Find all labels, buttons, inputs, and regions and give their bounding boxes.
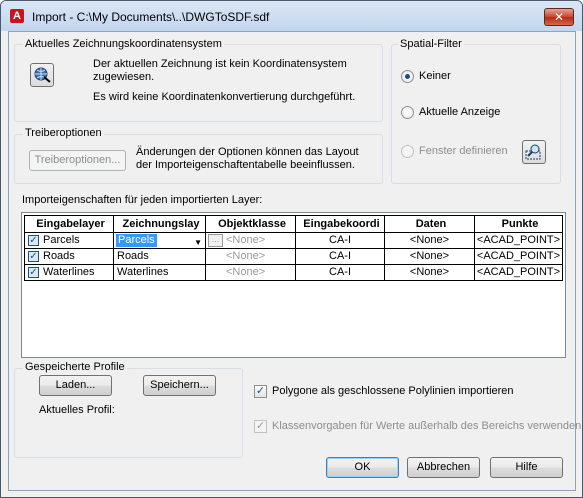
- coord-cell[interactable]: CA-I: [296, 249, 385, 265]
- table-row[interactable]: ✓ Waterlines: [24, 265, 114, 281]
- saved-profiles-group-label: Gespeicherte Profile: [23, 361, 127, 373]
- object-class-cell[interactable]: <None>: [206, 249, 296, 265]
- title-bar[interactable]: A Import - C:\My Documents\..\DWGToSDF.s…: [1, 1, 582, 31]
- table-row[interactable]: ✓ Parcels: [24, 233, 114, 249]
- drawing-layer-value: Parcels: [116, 234, 157, 247]
- filter-define-window-label: Fenster definieren: [419, 145, 508, 157]
- driver-options-group-label: Treiberoptionen: [23, 127, 104, 139]
- column-header-data[interactable]: Daten: [385, 215, 475, 233]
- column-header-points[interactable]: Punkte: [475, 215, 563, 233]
- zoom-window-icon: [525, 144, 541, 160]
- drawing-layer-combo[interactable]: Parcels ▼: [114, 233, 206, 249]
- cancel-button[interactable]: Abbrechen: [407, 457, 480, 478]
- layer-properties-table[interactable]: Eingabelayer Zeichnungslay Objektklasse …: [21, 212, 566, 358]
- class-defaults-checkbox[interactable]: ✓: [254, 420, 267, 433]
- driver-note-line2: der Importeigenschaftentabelle beeinflus…: [136, 159, 355, 171]
- current-profile-label: Aktuelles Profil:: [39, 404, 115, 416]
- coord-cell[interactable]: CA-I: [296, 233, 385, 249]
- coord-info-line1: Der aktuellen Zeichnung ist kein Koordin…: [93, 58, 347, 70]
- globe-icon: [34, 67, 51, 83]
- layers-label: Importeigenschaften für jeden importiert…: [22, 194, 263, 206]
- coord-system-group-label: Aktuelles Zeichnungskoordinatensystem: [23, 38, 224, 50]
- polygons-checkbox[interactable]: ✓: [254, 385, 267, 398]
- polygons-label[interactable]: Polygone als geschlossene Polylinien imp…: [272, 385, 514, 397]
- points-cell[interactable]: <ACAD_POINT>: [475, 233, 563, 249]
- save-profile-button[interactable]: Speichern...: [143, 375, 216, 396]
- table-body: Eingabelayer Zeichnungslay Objektklasse …: [24, 215, 563, 355]
- object-class-cell[interactable]: <None>: [206, 265, 296, 281]
- coord-system-group: [14, 44, 383, 122]
- chevron-down-icon[interactable]: ▼: [194, 235, 202, 248]
- filter-current-view-label[interactable]: Aktuelle Anzeige: [419, 106, 500, 118]
- load-profile-button[interactable]: Laden...: [39, 375, 112, 396]
- coordinate-system-button[interactable]: [30, 63, 54, 87]
- object-class-value: <None>: [226, 234, 266, 246]
- import-dialog: A Import - C:\My Documents\..\DWGToSDF.s…: [0, 0, 583, 498]
- coord-info-line3: Es wird keine Koordinatenkonvertierung d…: [93, 91, 356, 103]
- coord-cell[interactable]: CA-I: [296, 265, 385, 281]
- row-checkbox[interactable]: ✓: [28, 235, 39, 246]
- column-header-input-coord[interactable]: Eingabekoordi: [296, 215, 385, 233]
- column-header-input-layer[interactable]: Eingabelayer: [24, 215, 114, 233]
- row-checkbox[interactable]: ✓: [28, 251, 39, 262]
- driver-note-line1: Änderungen der Optionen können das Layou…: [136, 146, 359, 158]
- close-button[interactable]: ✕: [544, 8, 574, 26]
- row-checkbox[interactable]: ✓: [28, 267, 39, 278]
- coord-info-line2: zugewiesen.: [93, 71, 155, 83]
- object-class-cell[interactable]: ... <None>: [206, 233, 296, 249]
- input-layer-cell: Waterlines: [43, 266, 95, 278]
- spatial-filter-group-label: Spatial-Filter: [398, 38, 464, 50]
- ok-button[interactable]: OK: [326, 457, 399, 478]
- help-button[interactable]: Hilfe: [490, 457, 563, 478]
- input-layer-cell: Parcels: [43, 234, 80, 246]
- define-window-button[interactable]: [522, 140, 546, 164]
- driver-options-button[interactable]: Treiberoptionen...: [29, 150, 126, 171]
- close-icon: ✕: [553, 10, 565, 24]
- autocad-app-icon: A: [10, 9, 24, 23]
- drawing-layer-cell[interactable]: Roads: [114, 249, 206, 265]
- column-header-object-class[interactable]: Objektklasse: [206, 215, 296, 233]
- data-cell[interactable]: <None>: [385, 249, 475, 265]
- points-cell[interactable]: <ACAD_POINT>: [475, 265, 563, 281]
- points-cell[interactable]: <ACAD_POINT>: [475, 249, 563, 265]
- class-defaults-label: Klassenvorgaben für Werte außerhalb des …: [272, 420, 582, 432]
- object-class-ellipsis-button[interactable]: ...: [208, 234, 223, 247]
- data-cell[interactable]: <None>: [385, 233, 475, 249]
- filter-current-view-radio[interactable]: [401, 106, 414, 119]
- table-row[interactable]: ✓ Roads: [24, 249, 114, 265]
- column-header-drawing-layer[interactable]: Zeichnungslay: [114, 215, 206, 233]
- filter-define-window-radio[interactable]: [401, 145, 414, 158]
- window-title: Import - C:\My Documents\..\DWGToSDF.sdf: [32, 10, 270, 24]
- data-cell[interactable]: <None>: [385, 265, 475, 281]
- drawing-layer-cell[interactable]: Waterlines: [114, 265, 206, 281]
- filter-none-label[interactable]: Keiner: [419, 70, 451, 82]
- filter-none-radio[interactable]: [401, 70, 414, 83]
- dialog-client-area: Aktuelles Zeichnungskoordinatensystem De…: [8, 31, 581, 491]
- input-layer-cell: Roads: [43, 250, 75, 262]
